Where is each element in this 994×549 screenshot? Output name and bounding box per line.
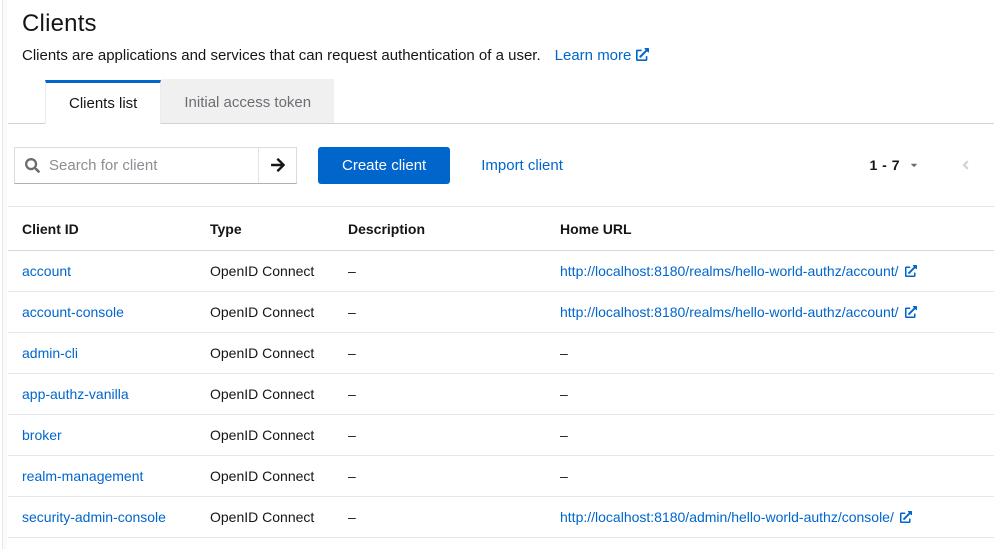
client-id-link[interactable]: realm-management [22, 468, 143, 484]
home-url-link[interactable]: http://localhost:8180/admin/hello-world-… [560, 509, 894, 525]
client-description-cell: – [334, 497, 546, 538]
client-description-cell: – [334, 292, 546, 333]
tab-initial-access-token[interactable]: Initial access token [161, 79, 334, 123]
table-header-row: Client ID Type Description Home URL [8, 207, 994, 251]
page-title: Clients [22, 10, 970, 38]
home-url-cell: – [546, 333, 994, 374]
tab-bar: Clients list Initial access token [8, 80, 994, 124]
search-icon [25, 158, 40, 173]
client-type-cell: OpenID Connect [196, 497, 334, 538]
arrow-right-icon [270, 157, 286, 173]
chevron-left-icon [961, 158, 970, 172]
client-description-cell: – [334, 333, 546, 374]
home-url-link[interactable]: http://localhost:8180/realms/hello-world… [560, 263, 899, 279]
search-group [14, 147, 297, 184]
pagination-range-dropdown[interactable]: 1 - 7 [869, 157, 919, 173]
tab-initial-access-token-label: Initial access token [184, 94, 311, 111]
page-header: Clients Clients are applications and ser… [8, 0, 994, 64]
page-description-text: Clients are applications and services th… [22, 47, 541, 64]
tab-clients-list-label: Clients list [69, 95, 137, 112]
client-id-link[interactable]: account [22, 263, 71, 279]
column-header-home-url: Home URL [546, 207, 994, 251]
pagination: 1 - 7 [869, 157, 970, 173]
import-client-link[interactable]: Import client [481, 157, 563, 174]
external-link-icon [900, 511, 912, 523]
search-field [15, 148, 258, 183]
client-description-cell: – [334, 456, 546, 497]
table-row: account-console OpenID Connect – http://… [8, 292, 994, 333]
column-header-description: Description [334, 207, 546, 251]
pagination-range-label: 1 - 7 [869, 157, 900, 173]
tab-clients-list[interactable]: Clients list [45, 80, 161, 124]
content-left-edge [2, 0, 7, 549]
home-url-link[interactable]: http://localhost:8180/realms/hello-world… [560, 304, 899, 320]
clients-table: Client ID Type Description Home URL acco… [8, 207, 994, 538]
home-url-cell: – [546, 415, 994, 456]
home-url-cell: – [546, 456, 994, 497]
table-row: security-admin-console OpenID Connect – … [8, 497, 994, 538]
home-url-cell: – [546, 374, 994, 415]
client-type-cell: OpenID Connect [196, 374, 334, 415]
client-id-link[interactable]: broker [22, 427, 62, 443]
pagination-prev-button[interactable] [961, 158, 970, 172]
client-description-cell: – [334, 415, 546, 456]
clients-page: Clients Clients are applications and ser… [8, 0, 994, 538]
table-row: account OpenID Connect – http://localhos… [8, 251, 994, 292]
caret-down-icon [909, 160, 919, 170]
client-id-link[interactable]: account-console [22, 304, 124, 320]
client-description-cell: – [334, 374, 546, 415]
client-id-link[interactable]: admin-cli [22, 345, 78, 361]
table-row: realm-management OpenID Connect – – [8, 456, 994, 497]
client-description-cell: – [334, 251, 546, 292]
learn-more-label: Learn more [555, 47, 632, 64]
clients-toolbar: Create client Import client 1 - 7 [8, 124, 994, 207]
search-submit-button[interactable] [258, 148, 296, 183]
table-row: admin-cli OpenID Connect – – [8, 333, 994, 374]
column-header-client-id: Client ID [8, 207, 196, 251]
client-type-cell: OpenID Connect [196, 333, 334, 374]
table-row: broker OpenID Connect – – [8, 415, 994, 456]
table-row: app-authz-vanilla OpenID Connect – – [8, 374, 994, 415]
client-type-cell: OpenID Connect [196, 251, 334, 292]
client-type-cell: OpenID Connect [196, 292, 334, 333]
learn-more-link[interactable]: Learn more [555, 47, 650, 64]
page-description: Clients are applications and services th… [22, 47, 970, 64]
client-id-link[interactable]: security-admin-console [22, 509, 166, 525]
external-link-icon [636, 48, 649, 61]
client-type-cell: OpenID Connect [196, 415, 334, 456]
client-id-link[interactable]: app-authz-vanilla [22, 386, 129, 402]
create-client-button[interactable]: Create client [318, 147, 450, 184]
search-input[interactable] [49, 157, 248, 174]
external-link-icon [905, 265, 917, 277]
client-type-cell: OpenID Connect [196, 456, 334, 497]
column-header-type: Type [196, 207, 334, 251]
external-link-icon [905, 306, 917, 318]
